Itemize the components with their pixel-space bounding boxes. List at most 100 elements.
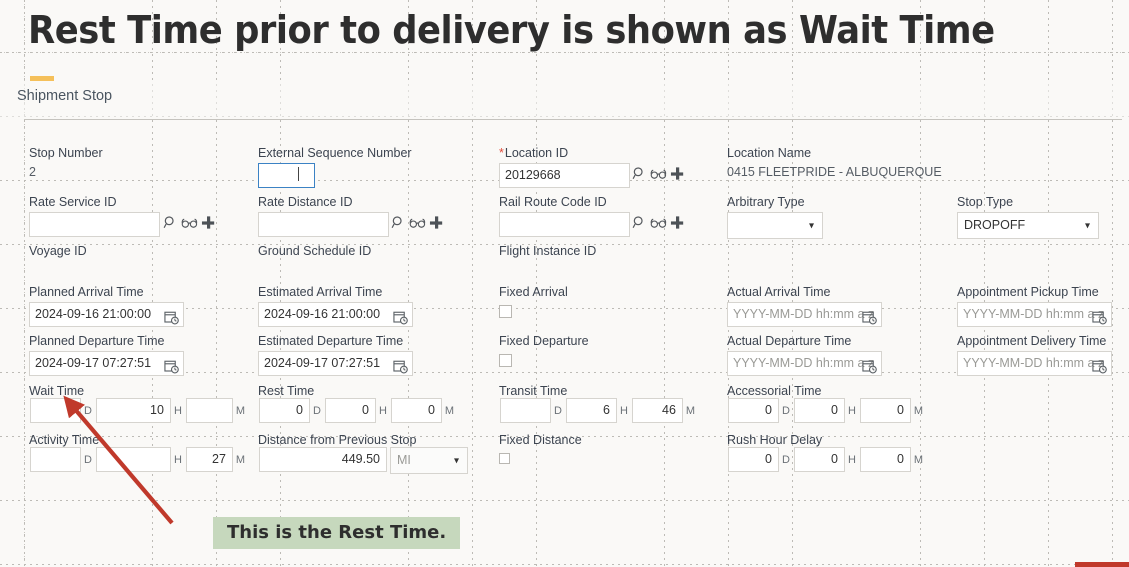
transit-time-days-input[interactable]	[500, 398, 551, 423]
glasses-icon[interactable]	[181, 217, 198, 229]
glasses-icon[interactable]	[650, 168, 667, 180]
search-icon[interactable]	[632, 166, 647, 181]
wait-time-days-input[interactable]	[30, 398, 81, 423]
wait-time-minutes-input[interactable]	[185, 398, 233, 423]
planned-departure-time-input[interactable]: 2024-09-17 07:27:51	[29, 351, 184, 376]
field-location-name: Location Name 0415 FLEETPRIDE - ALBUQUER…	[727, 146, 942, 180]
unit-minutes: M	[913, 404, 924, 417]
location-name-value: 0415 FLEETPRIDE - ALBUQUERQUE	[727, 165, 942, 179]
field-flight-instance-id: Flight Instance ID	[499, 244, 596, 258]
unit-days: D	[554, 404, 562, 417]
appointment-delivery-time-input[interactable]: YYYY-MM-DD hh:mm a z	[957, 351, 1112, 376]
unit-minutes: M	[444, 404, 455, 417]
field-label: Fixed Departure	[499, 334, 589, 348]
chevron-down-icon: ▾	[1084, 220, 1090, 231]
rate-distance-id-lookup-icons	[391, 215, 444, 230]
field-estimated-arrival-time: Estimated Arrival Time 2024-09-16 21:00:…	[258, 285, 413, 327]
rest-time-minutes-input[interactable]: 0	[390, 398, 442, 423]
section-divider	[24, 119, 1122, 120]
rail-route-code-id-input[interactable]	[499, 212, 630, 237]
appointment-pickup-time-input[interactable]: YYYY-MM-DD hh:mm a z	[957, 302, 1112, 327]
plus-icon[interactable]	[670, 166, 685, 181]
accessorial-time-minutes-input[interactable]: 0	[859, 398, 911, 423]
label-rush-hour-delay: Rush Hour Delay	[727, 433, 823, 447]
calendar-clock-icon[interactable]	[164, 310, 179, 330]
fixed-distance-checkbox[interactable]	[499, 453, 510, 464]
field-location-id: *Location ID 20129668	[499, 146, 630, 188]
glasses-icon[interactable]	[409, 217, 426, 229]
calendar-clock-icon[interactable]	[1092, 359, 1107, 379]
search-icon[interactable]	[163, 215, 178, 230]
calendar-clock-icon[interactable]	[393, 359, 408, 379]
plus-icon[interactable]	[429, 215, 444, 230]
location-id-input[interactable]: 20129668	[499, 163, 630, 188]
activity-time-days-input[interactable]	[30, 447, 81, 472]
field-fixed-departure: Fixed Departure	[499, 334, 589, 367]
rate-service-id-input[interactable]	[29, 212, 160, 237]
estimated-departure-time-input[interactable]: 2024-09-17 07:27:51	[258, 351, 413, 376]
search-icon[interactable]	[632, 215, 647, 230]
field-label: Actual Arrival Time	[727, 285, 831, 299]
unit-hours: H	[173, 453, 182, 466]
stop-type-select[interactable]: DROPOFF ▾	[957, 212, 1099, 239]
field-rail-route-code-id: Rail Route Code ID	[499, 195, 630, 237]
accessorial-time-hours-input[interactable]: 0	[793, 398, 845, 423]
calendar-clock-icon[interactable]	[862, 359, 877, 379]
chevron-down-icon: ▾	[453, 455, 459, 466]
distance-from-previous-stop-input[interactable]: 449.50	[259, 447, 387, 472]
plus-icon[interactable]	[201, 215, 216, 230]
field-fixed-distance: Fixed Distance	[499, 433, 582, 464]
activity-time-minutes-input[interactable]: 27	[185, 447, 233, 472]
field-appointment-pickup-time: Appointment Pickup Time YYYY-MM-DD hh:mm…	[957, 285, 1112, 327]
field-planned-departure-time: Planned Departure Time 2024-09-17 07:27:…	[29, 334, 184, 376]
unit-days: D	[84, 453, 92, 466]
rate-distance-id-input[interactable]	[258, 212, 389, 237]
text-caret	[298, 167, 299, 181]
fixed-arrival-checkbox[interactable]	[499, 305, 512, 318]
label-activity-time: Activity Time	[29, 433, 100, 447]
label-wait-time: Wait Time	[29, 384, 85, 398]
unit-days: D	[782, 404, 790, 417]
search-icon[interactable]	[391, 215, 406, 230]
rush-hour-delay-days-input[interactable]: 0	[728, 447, 779, 472]
unit-minutes: M	[235, 404, 246, 417]
field-external-sequence-number: External Sequence Number	[258, 146, 412, 188]
fixed-departure-checkbox[interactable]	[499, 354, 512, 367]
field-label: Flight Instance ID	[499, 244, 597, 258]
estimated-arrival-time-input[interactable]: 2024-09-16 21:00:00	[258, 302, 413, 327]
slide-title: Rest Time prior to delivery is shown as …	[28, 8, 995, 52]
plus-icon[interactable]	[670, 215, 685, 230]
activity-time-hours-input[interactable]	[95, 447, 171, 472]
actual-departure-time-input[interactable]: YYYY-MM-DD hh:mm a z	[727, 351, 882, 376]
rush-hour-delay-hours-input[interactable]: 0	[793, 447, 845, 472]
external-sequence-number-input[interactable]	[258, 163, 315, 188]
field-label: External Sequence Number	[258, 146, 412, 160]
bottom-red-bar	[1075, 562, 1129, 567]
actual-arrival-time-input[interactable]: YYYY-MM-DD hh:mm a z	[727, 302, 882, 327]
wait-time-group: D 10 H M	[30, 398, 249, 423]
label-transit-time: Transit Time	[499, 384, 568, 398]
label-distance-from-previous-stop: Distance from Previous Stop	[258, 433, 417, 447]
rush-hour-delay-minutes-input[interactable]: 0	[859, 447, 911, 472]
rest-time-hours-input[interactable]: 0	[324, 398, 376, 423]
field-label: Ground Schedule ID	[258, 244, 372, 258]
rest-time-group: 0 D 0 H 0 M	[259, 398, 458, 423]
unit-hours: H	[619, 404, 628, 417]
wait-time-hours-input[interactable]: 10	[95, 398, 171, 423]
calendar-clock-icon[interactable]	[393, 310, 408, 330]
transit-time-hours-input[interactable]: 6	[565, 398, 617, 423]
rest-time-days-input[interactable]: 0	[259, 398, 310, 423]
distance-unit-select[interactable]: MI ▾	[390, 447, 468, 474]
chevron-down-icon: ▾	[808, 220, 814, 231]
calendar-clock-icon[interactable]	[164, 359, 179, 379]
calendar-clock-icon[interactable]	[862, 310, 877, 330]
unit-days: D	[84, 404, 92, 417]
accessorial-time-days-input[interactable]: 0	[728, 398, 779, 423]
field-rate-distance-id: Rate Distance ID	[258, 195, 389, 237]
calendar-clock-icon[interactable]	[1092, 310, 1107, 330]
glasses-icon[interactable]	[650, 217, 667, 229]
arbitrary-type-select[interactable]: ▾	[727, 212, 823, 239]
planned-arrival-time-input[interactable]: 2024-09-16 21:00:00	[29, 302, 184, 327]
transit-time-minutes-input[interactable]: 46	[631, 398, 683, 423]
field-planned-arrival-time: Planned Arrival Time 2024-09-16 21:00:00	[29, 285, 184, 327]
